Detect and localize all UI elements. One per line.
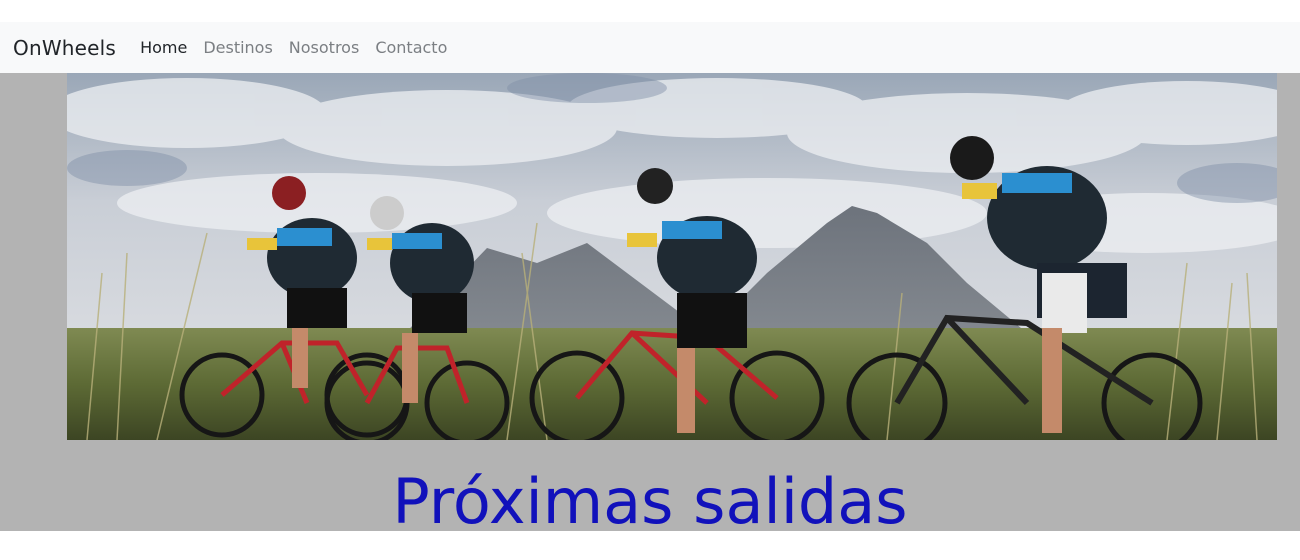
navbar: OnWheels Home Destinos Nosotros Contacto — [0, 22, 1300, 73]
hero-image — [67, 73, 1277, 440]
nav-link-home[interactable]: Home — [140, 38, 187, 57]
section-title: Próximas salidas — [392, 465, 908, 538]
nav-link-contacto[interactable]: Contacto — [375, 38, 447, 57]
main-content: Próximas salidas — [0, 73, 1300, 538]
nav-link-destinos[interactable]: Destinos — [203, 38, 272, 57]
brand-logo[interactable]: OnWheels — [13, 36, 116, 60]
cyclists-photo — [67, 73, 1277, 440]
page: OnWheels Home Destinos Nosotros Contacto — [0, 0, 1300, 560]
nav-link-nosotros[interactable]: Nosotros — [289, 38, 360, 57]
